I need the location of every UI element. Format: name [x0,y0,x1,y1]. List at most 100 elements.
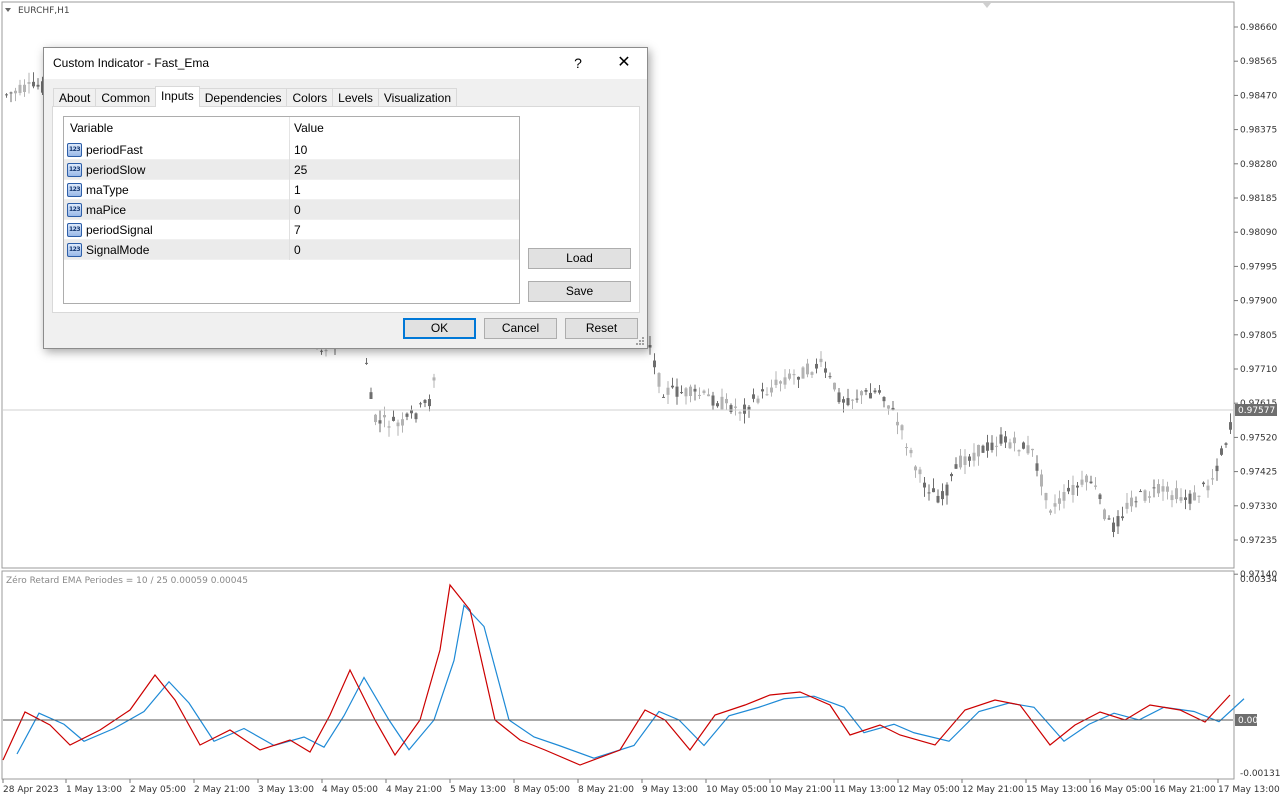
candle-body [684,388,688,397]
tab-visualization[interactable]: Visualization [377,88,458,107]
candle-body [945,484,949,496]
candle-body [680,392,683,394]
candle-body [1130,497,1133,507]
candle-body [1035,463,1039,471]
resize-grip-icon[interactable] [635,336,645,346]
row-divider [289,180,290,200]
candle-body [788,373,791,379]
reset-button[interactable]: Reset [565,318,638,339]
param-value[interactable]: 7 [294,220,301,240]
price-tick-label: 0.97330 [1240,502,1277,512]
param-value[interactable]: 1 [294,180,301,200]
column-header-value[interactable]: Value [294,117,514,140]
candle-body [1058,498,1061,504]
candle-body [707,394,710,397]
time-tick-label: 10 May 21:00 [770,785,832,795]
candle-body [851,399,854,401]
indicator-tick-label: 0.00 [1238,716,1258,726]
candle-body [999,434,1003,444]
candle-body [972,452,976,461]
inputs-list[interactable]: Variable Value 123 periodFast 10 123 per… [63,116,520,304]
candle-body [837,392,841,403]
candle-body [32,81,35,87]
candle-body [891,407,895,410]
tab-inputs[interactable]: Inputs [155,86,200,107]
candle-body [1121,516,1124,519]
candle-body [1013,437,1016,444]
tab-colors[interactable]: Colors [286,88,334,107]
tab-dependencies[interactable]: Dependencies [198,88,288,107]
param-row-SignalMode[interactable]: 123 SignalMode 0 [64,240,519,260]
candle-body [1049,510,1052,513]
candle-body [702,390,706,394]
tab-common[interactable]: Common [95,88,157,107]
column-header-variable[interactable]: Variable [70,117,290,140]
row-divider [289,160,290,180]
param-row-maType[interactable]: 123 maType 1 [64,180,519,200]
candle-body [738,412,742,414]
tab-about[interactable]: About [53,88,97,107]
close-button[interactable]: ✕ [601,48,647,79]
candle-body [1031,448,1034,451]
param-name: periodSignal [86,223,153,237]
candle-body [383,415,386,418]
candle-body [968,456,971,461]
row-divider [289,200,290,220]
price-tick-label: 0.98375 [1240,126,1277,136]
price-tick-label: 0.98090 [1240,228,1277,238]
tab-bar: About Common Inputs Dependencies Colors … [53,86,458,107]
integer-param-icon: 123 [67,143,82,157]
time-tick-label: 12 May 05:00 [898,785,960,795]
price-tick-label: 0.97520 [1240,433,1277,443]
price-tick-label: 0.98280 [1240,160,1277,170]
candle-body [1067,487,1070,492]
cancel-button[interactable]: Cancel [484,318,557,339]
candle-body [653,360,656,368]
help-button[interactable]: ? [555,48,601,79]
candle-body [711,395,715,406]
dialog-titlebar[interactable]: Custom Indicator - Fast_Ema ? ✕ [44,48,647,79]
header-divider[interactable] [289,117,290,140]
candle-body [761,389,764,392]
save-button[interactable]: Save [528,281,631,302]
candle-body [27,82,31,84]
candle-body [1157,484,1160,494]
candle-body [387,426,391,428]
candle-body [1161,486,1165,492]
time-tick-label: 2 May 05:00 [130,785,186,795]
price-tick-label: 0.97805 [1240,331,1277,341]
integer-param-icon: 123 [67,243,82,257]
param-value[interactable]: 0 [294,200,301,220]
candle-body [819,358,823,363]
param-value[interactable]: 25 [294,160,307,180]
param-row-periodSlow[interactable]: 123 periodSlow 25 [64,160,519,180]
candle-body [869,392,872,399]
candle-body [878,390,881,393]
candle-body [900,425,904,431]
candle-body [770,387,773,393]
ok-button[interactable]: OK [403,318,476,339]
candle-body [666,387,670,395]
param-value[interactable]: 0 [294,240,301,260]
candle-body [1053,503,1057,507]
candle-body [1139,491,1142,493]
time-axis: 28 Apr 2023 1 May 13:00 2 May 05:00 2 May 2… [2,779,1280,795]
time-tick-label: 16 May 05:00 [1090,785,1152,795]
candle-body [1152,487,1156,489]
time-tick-label: 8 May 21:00 [578,785,634,795]
candle-body [905,447,908,449]
param-name: SignalMode [86,243,150,257]
param-row-periodSignal[interactable]: 123 periodSignal 7 [64,220,519,240]
candle-body [693,388,697,392]
candle-body [1211,478,1214,480]
tab-levels[interactable]: Levels [332,88,379,107]
dialog-title: Custom Indicator - Fast_Ema [53,56,210,70]
param-row-periodFast[interactable]: 123 periodFast 10 [64,140,519,160]
candle-body [720,396,724,410]
candle-body [882,397,886,402]
load-button[interactable]: Load [528,248,631,269]
param-value[interactable]: 10 [294,140,307,160]
candle-body [1202,482,1205,485]
time-tick-label: 28 Apr 2023 [3,785,59,795]
param-row-maPice[interactable]: 123 maPice 0 [64,200,519,220]
